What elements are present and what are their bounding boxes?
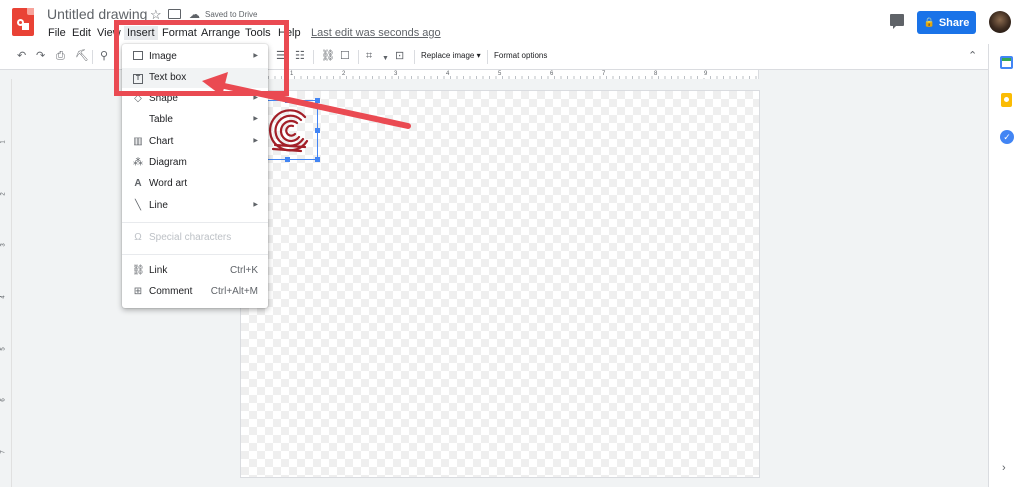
resize-handle[interactable] bbox=[315, 128, 320, 133]
menu-divider bbox=[122, 222, 268, 223]
redo-icon[interactable]: ↷ bbox=[36, 49, 45, 63]
zoom-icon[interactable]: ⚲ bbox=[100, 49, 108, 63]
last-edit-link[interactable]: Last edit was seconds ago bbox=[311, 27, 441, 39]
link-icon[interactable]: ⛓ bbox=[321, 49, 335, 63]
ruler-num: 7 bbox=[601, 70, 607, 78]
menu-label: Diagram bbox=[149, 157, 187, 168]
shortcut-label: Ctrl+K bbox=[229, 265, 258, 276]
vruler-num: 6 bbox=[0, 398, 7, 402]
submenu-arrow-icon: ▶ bbox=[253, 116, 258, 122]
menu-divider bbox=[122, 254, 268, 255]
shortcut-label: Ctrl+Alt+M bbox=[210, 286, 258, 297]
line-icon: ╲ bbox=[134, 200, 142, 211]
menu-label: Table bbox=[149, 114, 173, 125]
save-status: Saved to Drive bbox=[205, 10, 258, 19]
word-art-icon: A bbox=[134, 178, 142, 189]
omega-icon: Ω bbox=[134, 232, 142, 243]
expand-panel-icon[interactable]: › bbox=[1002, 462, 1006, 474]
menu-file[interactable]: File bbox=[45, 26, 69, 40]
insert-chart-item[interactable]: ▥ Chart ▶ bbox=[122, 132, 268, 152]
ruler-num: 9 bbox=[703, 70, 709, 78]
menu-label: Comment bbox=[149, 286, 193, 297]
fingerprint-icon bbox=[268, 109, 309, 153]
ruler-num: 1 bbox=[289, 70, 295, 78]
print-icon[interactable]: ⎙ bbox=[56, 49, 65, 63]
ruler-num: 4 bbox=[445, 70, 451, 78]
vertical-ruler: 1 2 3 4 5 6 7 bbox=[0, 79, 12, 487]
ruler-num: 3 bbox=[393, 70, 399, 78]
annotation-highlight-box bbox=[114, 20, 289, 96]
undo-icon[interactable]: ↶ bbox=[17, 49, 26, 63]
insert-line-item[interactable]: ╲ Line ▶ bbox=[122, 196, 268, 216]
menu-edit[interactable]: Edit bbox=[69, 26, 94, 40]
ruler-num: 8 bbox=[653, 70, 659, 78]
share-label: Share bbox=[938, 16, 970, 29]
lock-icon: 🔒 bbox=[923, 17, 935, 27]
format-options-button[interactable]: Format options bbox=[494, 51, 547, 60]
vruler-num: 4 bbox=[0, 295, 7, 299]
drawing-canvas[interactable] bbox=[241, 91, 759, 477]
add-comment-icon[interactable]: ☐ bbox=[340, 49, 350, 63]
calendar-icon[interactable] bbox=[1000, 56, 1013, 69]
paint-format-icon[interactable]: ⛏ bbox=[75, 49, 89, 63]
reset-image-icon[interactable]: ⊡ bbox=[395, 49, 404, 63]
menu-label: Word art bbox=[149, 178, 188, 189]
drawings-logo-icon[interactable] bbox=[12, 8, 34, 36]
submenu-arrow-icon: ▶ bbox=[253, 138, 258, 144]
menu-label: Line bbox=[149, 200, 168, 211]
menu-label: Special characters bbox=[149, 232, 232, 243]
insert-word-art-item[interactable]: A Word art bbox=[122, 174, 268, 194]
insert-comment-item[interactable]: ⊞ Comment Ctrl+Alt+M bbox=[122, 282, 268, 302]
ruler-num: 2 bbox=[341, 70, 347, 78]
insert-link-item[interactable]: ⛓ Link Ctrl+K bbox=[122, 261, 268, 281]
insert-table-item[interactable]: Table ▶ bbox=[122, 110, 268, 130]
ruler-num: 5 bbox=[497, 70, 503, 78]
crop-icon[interactable]: ⌗ bbox=[366, 49, 372, 63]
submenu-arrow-icon: ▶ bbox=[253, 202, 258, 208]
menu-label: Link bbox=[149, 265, 168, 276]
menu-label: Chart bbox=[149, 136, 174, 147]
resize-handle[interactable] bbox=[315, 98, 320, 103]
collapse-toolbar-icon[interactable]: ⌃ bbox=[968, 49, 977, 62]
resize-handle[interactable] bbox=[285, 157, 290, 162]
chart-icon: ▥ bbox=[133, 136, 143, 147]
resize-handle[interactable] bbox=[285, 98, 290, 103]
vruler-num: 3 bbox=[0, 243, 7, 247]
vruler-num: 5 bbox=[0, 347, 7, 351]
side-panel: ✓ › bbox=[988, 44, 1024, 487]
insert-diagram-item[interactable]: ⁂ Diagram bbox=[122, 153, 268, 173]
tasks-icon[interactable]: ✓ bbox=[1000, 130, 1014, 144]
keep-icon[interactable] bbox=[1001, 93, 1012, 107]
comment-icon: ⊞ bbox=[133, 286, 143, 297]
crop-dropdown-icon[interactable]: ▼ bbox=[382, 52, 389, 66]
ruler-num: 6 bbox=[549, 70, 555, 78]
border-dash-icon[interactable]: ☷ bbox=[295, 49, 305, 63]
replace-image-button[interactable]: Replace image ▾ bbox=[421, 51, 481, 60]
user-avatar[interactable] bbox=[989, 11, 1011, 33]
vruler-num: 7 bbox=[0, 450, 7, 454]
google-drawings-window: Untitled drawing ☆ ☁ Saved to Drive File… bbox=[0, 0, 1024, 487]
comment-history-icon[interactable] bbox=[890, 14, 904, 29]
resize-handle[interactable] bbox=[315, 157, 320, 162]
share-button[interactable]: 🔒 Share bbox=[917, 11, 976, 34]
move-to-folder-icon[interactable] bbox=[168, 9, 181, 19]
link-icon: ⛓ bbox=[132, 265, 145, 276]
insert-special-characters-item: Ω Special characters bbox=[122, 228, 268, 248]
diagram-icon: ⁂ bbox=[133, 157, 143, 168]
vruler-num: 2 bbox=[0, 192, 7, 196]
vruler-num: 1 bbox=[0, 140, 7, 144]
